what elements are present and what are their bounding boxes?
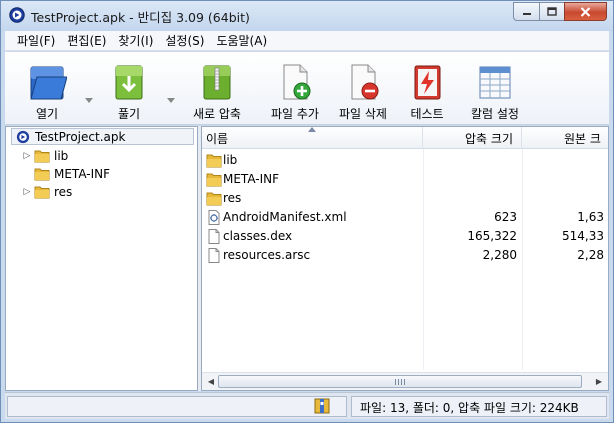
- title-bar[interactable]: TestProject.apk - 반디집 3.09 (64bit): [1, 1, 613, 31]
- xml-file-icon: [208, 210, 220, 225]
- file-name: META-INF: [223, 172, 280, 186]
- status-summary: 파일: 13, 폴더: 0, 압축 파일 크기: 224KB: [360, 401, 579, 415]
- tree-root-item[interactable]: TestProject.apk: [11, 128, 194, 145]
- file-row-lib[interactable]: lib: [202, 151, 608, 170]
- add-file-button[interactable]: 파일 추가: [263, 56, 327, 122]
- column-compressed-label: 압축 크기: [465, 131, 513, 146]
- test-label: 테스트: [410, 107, 444, 121]
- close-button[interactable]: [564, 2, 607, 21]
- column-settings-label: 칼럼 설정: [471, 107, 519, 121]
- column-header-original-size[interactable]: 원본 크: [522, 127, 608, 149]
- tree-item-label: lib: [54, 148, 69, 163]
- delete-file-icon: [351, 64, 379, 100]
- file-row-res[interactable]: res: [202, 189, 608, 208]
- delete-file-button[interactable]: 파일 삭제: [331, 56, 395, 122]
- horizontal-scrollbar[interactable]: ◀ ▶: [202, 372, 608, 390]
- tree-item-meta-inf[interactable]: META-INF: [20, 165, 110, 182]
- file-row-resources-arsc[interactable]: resources.arsc 2,280 2,28: [202, 246, 608, 265]
- folder-tree[interactable]: TestProject.apk ▷ lib META-INF ▷ res: [5, 126, 198, 391]
- status-bar: 파일: 13, 폴더: 0, 압축 파일 크기: 224KB: [5, 392, 609, 419]
- file-row-classes-dex[interactable]: classes.dex 165,322 514,33: [202, 227, 608, 246]
- file-row-meta-inf[interactable]: META-INF: [202, 170, 608, 189]
- scroll-left-icon[interactable]: ◀: [204, 376, 218, 388]
- test-button[interactable]: 테스트: [395, 56, 459, 122]
- open-archive-icon: [30, 66, 67, 100]
- new-archive-icon: [203, 65, 231, 100]
- folder-icon: [206, 192, 222, 206]
- folder-icon: [34, 150, 50, 162]
- extract-icon: [115, 65, 143, 100]
- folder-icon: [206, 173, 222, 187]
- menu-settings[interactable]: 설정(S): [159, 32, 210, 49]
- folder-icon: [206, 154, 222, 168]
- column-settings-icon: [479, 66, 511, 99]
- file-name: lib: [223, 153, 238, 167]
- menu-file[interactable]: 파일(F): [11, 32, 61, 49]
- extract-button[interactable]: 풀기: [97, 56, 161, 122]
- open-button[interactable]: 열기: [15, 56, 79, 122]
- scroll-right-icon[interactable]: ▶: [592, 376, 606, 388]
- file-original-size: 1,63: [577, 210, 604, 224]
- menu-edit[interactable]: 편집(E): [61, 32, 112, 49]
- file-list[interactable]: 이름 압축 크기 원본 크 lib META-INF res AndroidMa…: [201, 126, 609, 391]
- expand-icon[interactable]: ▷: [20, 151, 34, 161]
- toolbar: 열기 풀기 새로 압축 파일 추가 파일 삭제 테스트 칼럼 설정: [5, 52, 609, 125]
- file-original-size: 514,33: [562, 229, 604, 243]
- file-row-androidmanifest[interactable]: AndroidManifest.xml 623 1,63: [202, 208, 608, 227]
- minimize-icon: [522, 12, 531, 15]
- file-name: resources.arsc: [223, 248, 311, 262]
- file-compressed-size: 2,280: [482, 248, 517, 262]
- maximize-icon: [547, 7, 557, 16]
- column-name-label: 이름: [206, 131, 229, 146]
- file-original-size: 2,28: [577, 248, 604, 262]
- column-settings-button[interactable]: 칼럼 설정: [463, 56, 527, 122]
- sort-ascending-icon: [308, 127, 316, 132]
- open-dropdown-icon[interactable]: [85, 98, 93, 104]
- extract-label: 풀기: [117, 107, 141, 121]
- new-archive-label: 새로 압축: [193, 107, 241, 121]
- column-header-bar: 이름 압축 크기 원본 크: [202, 127, 608, 149]
- column-original-label: 원본 크: [564, 131, 601, 146]
- test-icon: [414, 65, 441, 100]
- archive-status-icon[interactable]: [313, 397, 331, 415]
- file-name: classes.dex: [223, 229, 293, 243]
- column-header-compressed-size[interactable]: 압축 크기: [423, 127, 522, 149]
- tree-item-res[interactable]: ▷ res: [20, 183, 73, 200]
- scrollbar-thumb[interactable]: [218, 375, 582, 388]
- file-compressed-size: 165,322: [467, 229, 517, 243]
- file-icon: [208, 229, 220, 244]
- open-label: 열기: [35, 107, 59, 121]
- extract-dropdown-icon[interactable]: [167, 98, 175, 104]
- expand-icon[interactable]: ▷: [20, 187, 34, 197]
- add-file-icon: [283, 64, 311, 100]
- delete-file-label: 파일 삭제: [339, 107, 387, 121]
- file-name: AndroidManifest.xml: [223, 210, 347, 224]
- menu-bar: 파일(F) 편집(E) 찾기(I) 설정(S) 도움말(A): [5, 31, 609, 51]
- tree-root-label: TestProject.apk: [35, 129, 126, 144]
- tree-item-lib[interactable]: ▷ lib: [20, 147, 69, 164]
- add-file-label: 파일 추가: [271, 107, 319, 121]
- close-icon: [580, 6, 591, 17]
- file-icon: [208, 248, 220, 263]
- bandizip-app-icon[interactable]: [9, 7, 25, 23]
- minimize-button[interactable]: [513, 2, 539, 21]
- menu-help[interactable]: 도움말(A): [210, 32, 273, 49]
- tree-item-label: res: [54, 184, 73, 199]
- new-archive-button[interactable]: 새로 압축: [185, 56, 249, 122]
- archive-root-icon: [16, 130, 30, 143]
- file-compressed-size: 623: [494, 210, 517, 224]
- menu-find[interactable]: 찾기(I): [112, 32, 159, 49]
- app-window: TestProject.apk - 반디집 3.09 (64bit) 파일(F)…: [0, 0, 614, 423]
- folder-icon: [34, 186, 50, 198]
- tree-item-label: META-INF: [54, 166, 111, 181]
- file-name: res: [223, 191, 242, 205]
- window-title: TestProject.apk - 반디집 3.09 (64bit): [31, 10, 250, 25]
- maximize-button[interactable]: [539, 2, 564, 21]
- folder-icon: [34, 168, 50, 180]
